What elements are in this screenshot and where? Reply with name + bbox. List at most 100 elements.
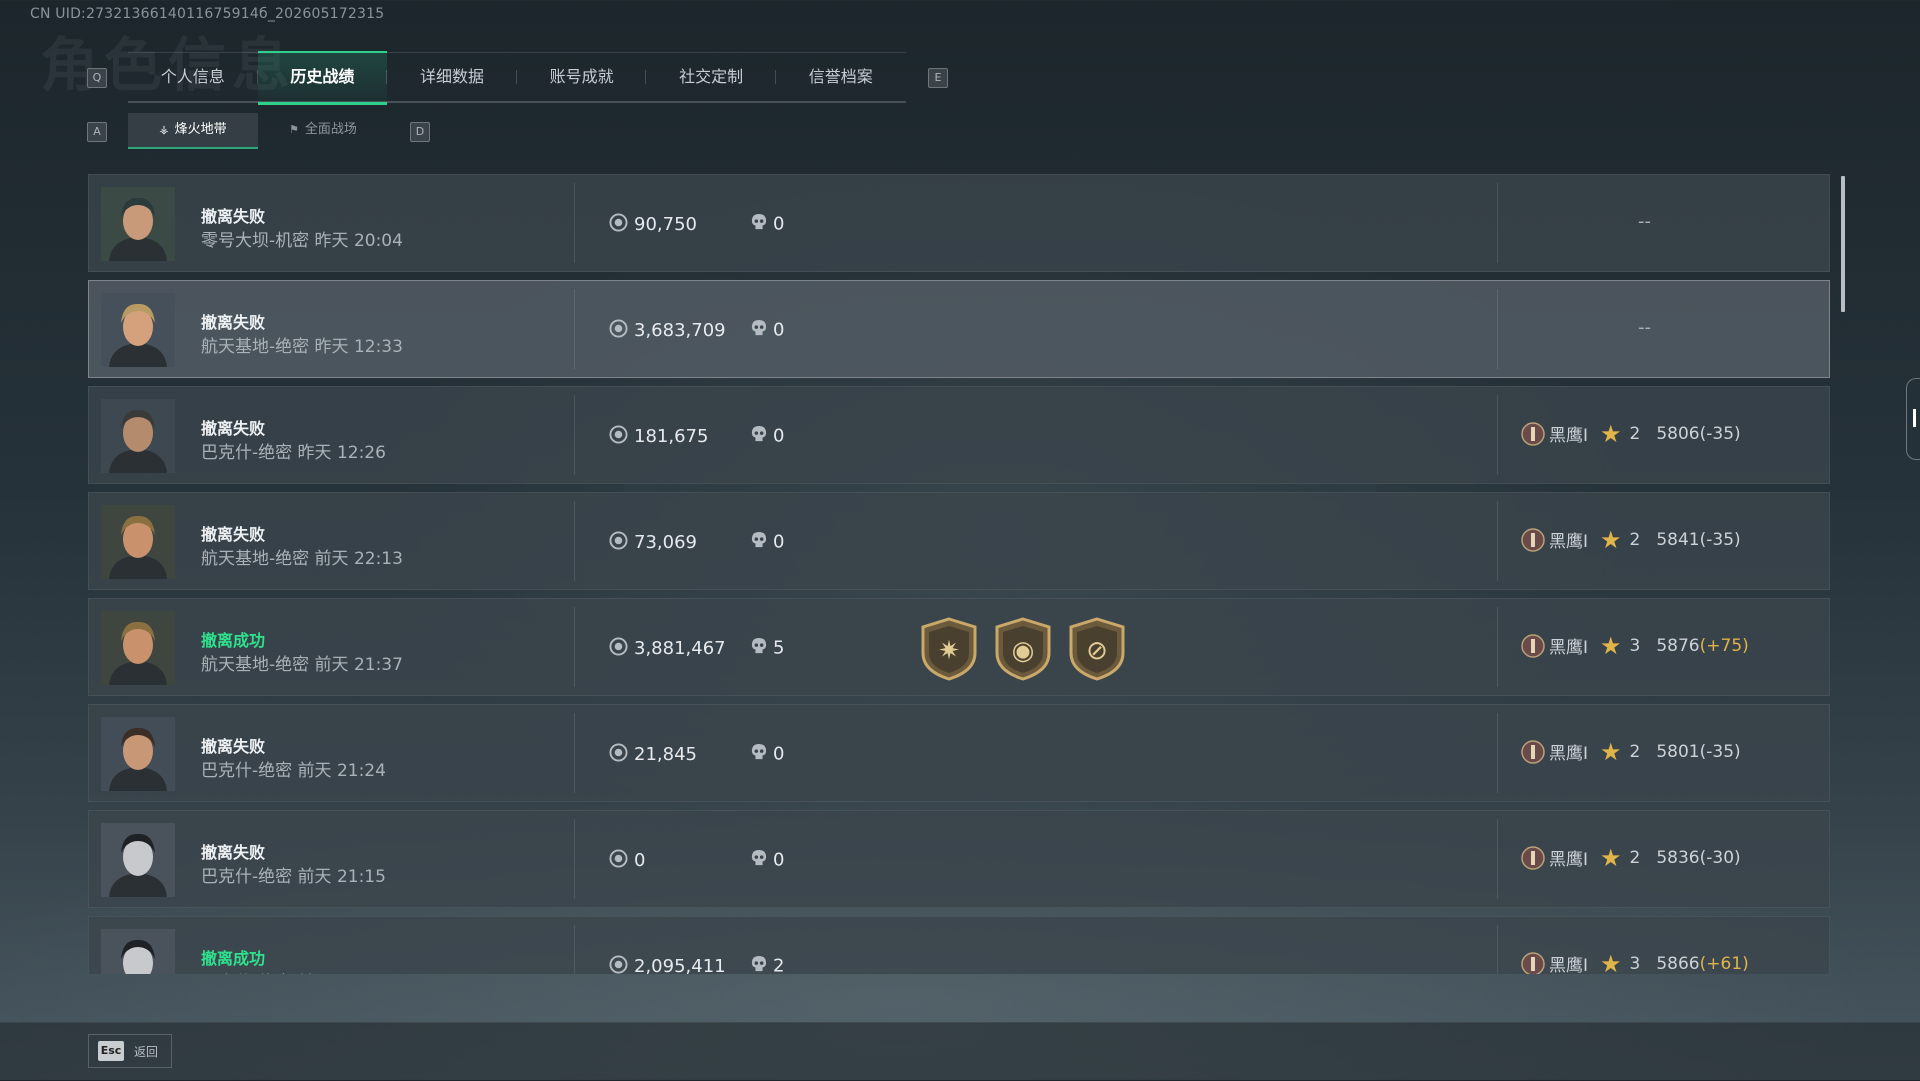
match-row[interactable]: 撤离失败 零号大坝-机密 昨天 20:04 90,750 0 -- — [88, 174, 1830, 272]
tab-next-key-hint[interactable]: E — [928, 68, 948, 88]
rank-score: 5876 — [1656, 635, 1700, 656]
subtab-0[interactable]: ⚶ 烽火地带 — [128, 113, 258, 149]
match-row[interactable]: 撤离失败 巴克什-绝密 前天 21:15 0 0 黑鹰I ★ 2 5836 (-30) — [88, 810, 1830, 908]
extracted-value: 181,675 — [609, 425, 708, 449]
rank-score-delta: (-35) — [1699, 529, 1741, 550]
svg-text:✷: ✷ — [938, 636, 960, 666]
match-row[interactable]: 撤离成功 航天基地-绝密 前天 21:37 3,881,467 5 ✷ ◉ ⊘ 黑鹰I ★ 3 58… — [88, 598, 1830, 696]
match-row[interactable]: 撤离成功巴克什-绝密 前天 20:49 2,095,411 2 黑鹰I ★ 3 5866(+… — [88, 916, 1830, 974]
operator-portrait — [101, 293, 175, 367]
column-divider — [1497, 713, 1498, 793]
map-name: 巴克什-绝密 — [201, 867, 293, 887]
coin-icon — [609, 213, 628, 237]
extraction-status: 撤离失败 — [201, 843, 266, 862]
coin-icon — [609, 531, 628, 555]
tab-3[interactable]: 账号成就 — [517, 53, 647, 101]
rank-info: 黑鹰I ★ 2 5841 (-35) — [1521, 527, 1741, 552]
round-medal-icon[interactable]: ◉ — [993, 617, 1053, 681]
rank-name: 黑鹰I — [1549, 744, 1589, 764]
no-rank-placeholder: -- — [1638, 317, 1651, 338]
rank-score: 5836 — [1656, 847, 1700, 868]
subtab-prev-key-hint[interactable]: A — [87, 122, 107, 142]
extraction-status: 撤离失败 — [201, 313, 266, 332]
extraction-status: 撤离失败 — [201, 525, 266, 544]
rank-score: 5806 — [1656, 423, 1700, 444]
star-count: 2 — [1629, 529, 1641, 550]
column-divider — [574, 607, 575, 687]
coin-icon — [609, 849, 628, 873]
extracted-value: 3,881,467 — [609, 637, 726, 661]
value-text: 90,750 — [634, 214, 697, 235]
value-text: 73,069 — [634, 532, 697, 553]
tab-5[interactable]: 信誉档案 — [776, 53, 906, 101]
match-row[interactable]: 撤离失败 巴克什-绝密 昨天 12:26 181,675 0 黑鹰I ★ 2 5806 (-35… — [88, 386, 1830, 484]
extracted-value: 0 — [609, 849, 645, 873]
rank-name: 黑鹰I — [1549, 850, 1589, 870]
skull-icon — [751, 849, 767, 872]
side-panel-handle[interactable] — [1906, 378, 1920, 460]
extracted-value: 3,683,709 — [609, 319, 726, 343]
subtab-label: 全面战场 — [304, 122, 357, 137]
rank-name: 黑鹰I — [1549, 532, 1589, 552]
kills-text: 0 — [773, 213, 785, 235]
kills-text: 0 — [773, 743, 785, 765]
subtab-1[interactable]: ⚑ 全面战场 — [258, 113, 388, 147]
kill-count: 0 — [751, 531, 784, 554]
coin-icon — [609, 637, 628, 661]
tab-4[interactable]: 社交定制 — [646, 53, 776, 101]
match-row[interactable]: 撤离失败 巴克什-绝密 前天 21:24 21,845 0 黑鹰I ★ 2 5801 (-35) — [88, 704, 1830, 802]
column-divider — [574, 819, 575, 899]
map-name: 航天基地-绝密 — [201, 655, 310, 675]
sun-medal-icon[interactable]: ✷ — [919, 617, 979, 681]
operator-portrait — [101, 505, 175, 579]
kill-count: 0 — [751, 425, 784, 448]
match-detail: 零号大坝-机密 昨天 20:04 — [201, 226, 403, 251]
tab-prev-key-hint[interactable]: Q — [87, 68, 107, 88]
rank-badge-icon — [1521, 633, 1545, 658]
star-icon: ★ — [1600, 949, 1622, 975]
back-button[interactable]: Esc 返回 — [88, 1034, 172, 1068]
kill-count: 0 — [751, 319, 784, 342]
rank-score-delta: (+61) — [1699, 953, 1749, 974]
kills-text: 0 — [773, 319, 785, 341]
match-row[interactable]: 撤离失败 航天基地-绝密 前天 22:13 73,069 0 黑鹰I ★ 2 5841 (-35… — [88, 492, 1830, 590]
rank-name: 黑鹰I — [1549, 426, 1589, 446]
column-divider — [574, 925, 575, 974]
column-divider — [1497, 501, 1498, 581]
battlefield-icon: ⚑ — [289, 123, 299, 136]
map-name: 巴克什-绝密 — [201, 761, 293, 781]
list-scrollbar[interactable] — [1841, 176, 1845, 312]
tab-0[interactable]: 个人信息 — [128, 53, 258, 101]
extraction-status: 撤离成功 — [201, 949, 266, 968]
kills-text: 0 — [773, 425, 785, 447]
column-divider — [574, 395, 575, 475]
subtab-next-key-hint[interactable]: D — [410, 122, 430, 142]
tab-1[interactable]: 历史战绩 — [257, 51, 388, 105]
star-count: 3 — [1629, 953, 1641, 974]
match-time: 前天 21:37 — [314, 655, 403, 675]
skull-icon — [751, 743, 767, 766]
match-detail: 巴克什-绝密 昨天 12:26 — [201, 438, 386, 463]
coin-icon — [609, 425, 628, 449]
match-detail: 巴克什-绝密 前天 21:15 — [201, 862, 386, 887]
star-icon: ★ — [1600, 631, 1622, 660]
match-detail: 巴克什-绝密 前天 21:24 — [201, 756, 386, 781]
kills-text: 2 — [773, 955, 785, 975]
extracted-value: 21,845 — [609, 743, 697, 767]
rank-score-delta: (-35) — [1699, 423, 1741, 444]
extracted-value: 90,750 — [609, 213, 697, 237]
match-row[interactable]: 撤离失败 航天基地-绝密 昨天 12:33 3,683,709 0 -- — [88, 280, 1830, 378]
extraction-status: 撤离失败 — [201, 419, 266, 438]
tab-2[interactable]: 详细数据 — [387, 53, 517, 101]
value-text: 21,845 — [634, 744, 697, 765]
value-text: 0 — [634, 850, 646, 871]
kill-count: 2 — [751, 955, 784, 974]
kill-count: 0 — [751, 743, 784, 766]
rank-name: 黑鹰I — [1549, 638, 1589, 658]
target-medal-icon[interactable]: ⊘ — [1067, 617, 1127, 681]
column-divider — [1497, 289, 1498, 369]
value-text: 3,683,709 — [634, 320, 726, 341]
match-time: 昨天 20:04 — [314, 231, 403, 251]
operator-portrait — [101, 929, 175, 974]
flame-zone-icon: ⚶ — [159, 123, 169, 136]
